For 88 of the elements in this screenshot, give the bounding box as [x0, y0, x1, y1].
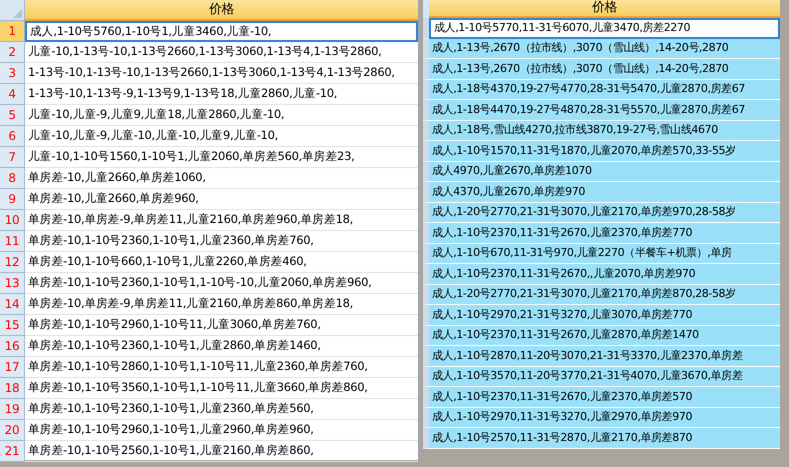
row-number[interactable]: 11 — [0, 231, 25, 252]
table-cell: 成人,1-10号2370,11-31号2670,儿童2870,单房差1470 — [429, 326, 780, 346]
row-number[interactable]: 14 — [0, 294, 25, 315]
table-cell: 单房差-10,1-10号660,1-10号1,儿童2260,单房差460, — [25, 252, 418, 273]
table-cell: 儿童-10,1-13号-10,1-13号2660,1-13号3060,1-13号4,1-13号2860, — [25, 42, 418, 63]
column-header[interactable]: 价格 — [429, 0, 780, 18]
column-header[interactable]: 价格 — [25, 0, 418, 21]
row-header-strip[interactable] — [423, 284, 429, 305]
table-cell: 成人4370,儿童2670,单房差970 — [429, 182, 780, 202]
row-number[interactable]: 13 — [0, 273, 25, 294]
table-cell: 成人4970,儿童2670,单房差1070 — [429, 162, 780, 182]
row-header-strip[interactable] — [423, 18, 429, 38]
table-cell: 成人,1-18号,雪山线4270,拉市线3870,19-27号,雪山线4670 — [429, 120, 780, 141]
row-number[interactable]: 12 — [0, 252, 25, 273]
table-cell: 成人,1-10号2370,11-31号2670,,儿童2070,单房差970 — [429, 264, 780, 284]
row-number[interactable]: 16 — [0, 336, 25, 357]
row-header-strip[interactable] — [423, 346, 429, 366]
table-cell: 成人,1-18号4370,19-27号4770,28-31号5470,儿童2870,房差67 — [429, 80, 780, 100]
row-number[interactable]: 1 — [0, 21, 25, 42]
row-header-strip[interactable] — [423, 59, 429, 80]
row-number[interactable]: 6 — [0, 126, 25, 147]
row-number[interactable]: 4 — [0, 84, 25, 105]
row-header-strip[interactable] — [423, 223, 429, 244]
row-header-strip[interactable] — [423, 387, 429, 408]
table-cell: 成人,1-20号2770,21-31号3070,儿童2170,单房差970,28-58岁 — [429, 202, 780, 223]
row-header-strip[interactable] — [423, 100, 429, 120]
table-cell: 单房差-10,1-10号2960,1-10号1,儿童2960,单房差960, — [25, 420, 418, 441]
row-number[interactable]: 5 — [0, 105, 25, 126]
table-cell: 成人,1-10号670,11-31号970,儿童2270（半餐车+机票）,单房 — [429, 244, 780, 264]
table-cell: 单房差-10,1-10号2360,1-10号1,儿童2860,单房差1460, — [25, 336, 418, 357]
row-number[interactable]: 8 — [0, 168, 25, 189]
row-header-strip[interactable] — [423, 202, 429, 223]
row-header-strip[interactable] — [423, 428, 429, 448]
row-header-strip[interactable] — [423, 38, 429, 59]
table-cell: 单房差-10,单房差-9,单房差11,儿童2160,单房差960,单房差18, — [25, 210, 418, 231]
table-cell: 1-13号-10,1-13号-10,1-13号2660,1-13号3060,1-13号4,1-13号2860, — [25, 63, 418, 84]
table-cell: 单房差-10,儿童2660,单房差1060, — [25, 168, 418, 189]
row-header-strip[interactable] — [423, 244, 429, 264]
table-cell: 单房差-10,1-10号2560,1-10号1,儿童2160,单房差860, — [25, 441, 418, 462]
table-cell: 1-13号-10,1-13号-9,1-13号9,1-13号18,儿童2860,儿童-10, — [25, 84, 418, 105]
row-number[interactable]: 15 — [0, 315, 25, 336]
table-cell: 儿童-10,1-10号1560,1-10号1,儿童2060,单房差560,单房差23, — [25, 147, 418, 168]
row-header-strip[interactable] — [423, 408, 429, 428]
row-number[interactable]: 17 — [0, 357, 25, 378]
row-header-strip[interactable] — [423, 182, 429, 202]
table-cell: 成人,1-10号2870,11-20号3070,21-31号3370,儿童2370,单房差 — [429, 346, 780, 366]
row-header-strip[interactable] — [423, 326, 429, 346]
row-number[interactable]: 19 — [0, 399, 25, 420]
row-number[interactable]: 10 — [0, 210, 25, 231]
row-header-strip[interactable] — [423, 141, 429, 162]
table-cell: 成人,1-10号1570,11-31号1870,儿童2070,单房差570,33-55岁 — [429, 141, 780, 162]
row-number[interactable]: 9 — [0, 189, 25, 210]
row-header-strip[interactable] — [423, 120, 429, 141]
row-number[interactable]: 2 — [0, 42, 25, 63]
row-number[interactable]: 18 — [0, 378, 25, 399]
table-cell: 成人,1-10号3570,11-20号3770,21-31号4070,儿童3670,单房差 — [429, 366, 780, 387]
table-cell: 单房差-10,儿童2660,单房差960, — [25, 189, 418, 210]
table-cell: 成人,1-10号5760,1-10号1,儿童3460,儿童-10, — [25, 21, 418, 42]
row-header-strip[interactable] — [423, 162, 429, 182]
table-cell: 成人,1-10号2970,21-31号3270,儿童3070,单房差770 — [429, 305, 780, 326]
table-cell: 单房差-10,1-10号3560,1-10号1,1-10号11,儿童3660,单房差860, — [25, 378, 418, 399]
table-cell: 成人,1-20号2770,21-31号3070,儿童2170,单房差870,28-58岁 — [429, 284, 780, 305]
table-cell: 成人,1-13号,2670（拉市线）,3070（雪山线）,14-20号,2870 — [429, 38, 780, 59]
row-number[interactable]: 21 — [0, 441, 25, 462]
row-number[interactable]: 7 — [0, 147, 25, 168]
table-cell: 成人,1-18号4470,19-27号4870,28-31号5570,儿童2870,房差67 — [429, 100, 780, 120]
table-cell: 成人,1-10号2370,11-31号2670,儿童2370,单房差770 — [429, 223, 780, 244]
table-cell: 成人,1-10号2570,11-31号2870,儿童2170,单房差870 — [429, 428, 780, 448]
table-cell: 成人,1-10号2370,11-31号2670,儿童2370,单房差570 — [429, 387, 780, 408]
row-number[interactable]: 3 — [0, 63, 25, 84]
row-number[interactable]: 20 — [0, 420, 25, 441]
row-header-strip[interactable] — [423, 305, 429, 326]
table-cell: 成人,1-10号5770,11-31号6070,儿童3470,房差2270 — [429, 18, 780, 38]
select-all-corner[interactable] — [0, 0, 25, 21]
corner-triangle-icon — [13, 9, 22, 18]
table-cell: 儿童-10,儿童-9,儿童9,儿童18,儿童2860,儿童-10, — [25, 105, 418, 126]
row-header-strip[interactable] — [423, 80, 429, 100]
row-header-strip[interactable] — [423, 264, 429, 284]
table-cell: 单房差-10,1-10号2360,1-10号1,1-10号-10,儿童2060,单房差960, — [25, 273, 418, 294]
table-cell: 单房差-10,1-10号2960,1-10号11,儿童3060,单房差760, — [25, 315, 418, 336]
table-cell: 儿童-10,儿童-9,儿童-10,儿童-10,儿童9,儿童-10, — [25, 126, 418, 147]
row-header-strip[interactable] — [423, 366, 429, 387]
table-cell: 单房差-10,1-10号2860,1-10号1,1-10号11,儿童2360,单房差760, — [25, 357, 418, 378]
table-cell: 成人,1-10号2970,11-31号3270,儿童2970,单房差970 — [429, 408, 780, 428]
table-cell: 单房差-10,单房差-9,单房差11,儿童2160,单房差860,单房差18, — [25, 294, 418, 315]
table-cell: 单房差-10,1-10号2360,1-10号1,儿童2360,单房差760, — [25, 231, 418, 252]
table-cell: 单房差-10,1-10号2360,1-10号1,儿童2360,单房差560, — [25, 399, 418, 420]
table-cell: 成人,1-13号,2670（拉市线）,3070（雪山线）,14-20号,2870 — [429, 59, 780, 80]
